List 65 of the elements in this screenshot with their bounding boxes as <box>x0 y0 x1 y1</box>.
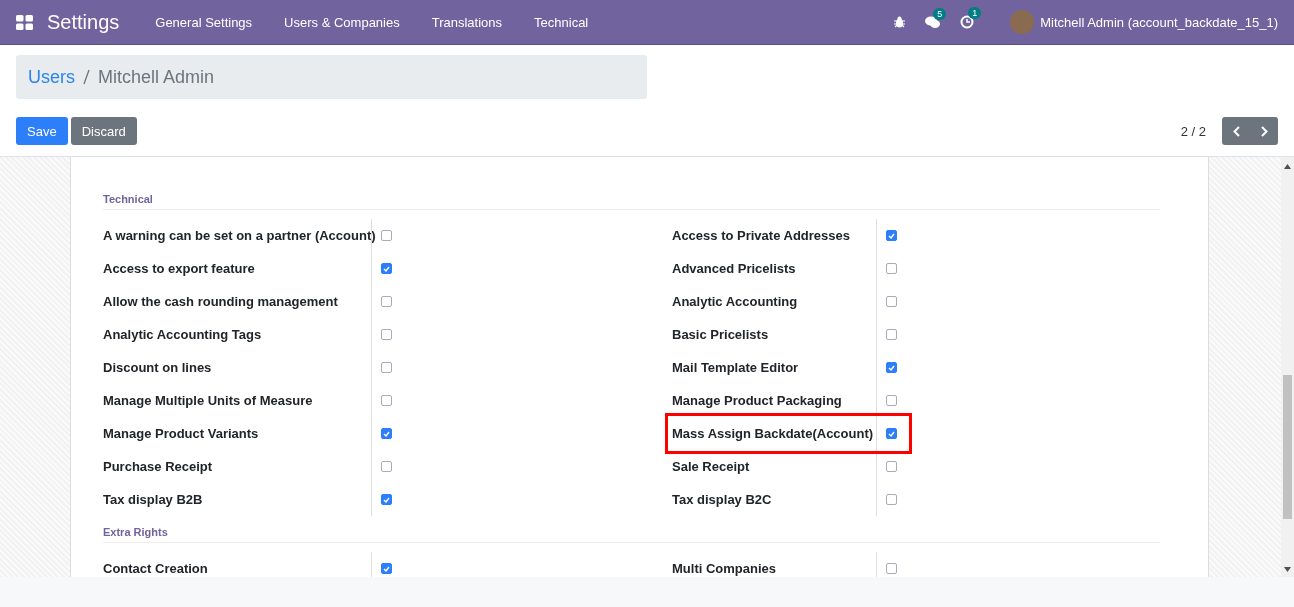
save-button[interactable]: Save <box>16 117 68 145</box>
field-label: Mass Assign Backdate(Account) <box>672 425 875 443</box>
activity-count: 1 <box>968 7 982 19</box>
field-label: Manage Product Variants <box>103 425 260 443</box>
checkbox[interactable] <box>381 296 392 307</box>
chat-icon[interactable] <box>925 15 941 29</box>
field-label: Access to Private Addresses <box>672 227 851 245</box>
checkbox[interactable] <box>381 230 392 241</box>
checkbox[interactable] <box>886 296 897 307</box>
user-name[interactable]: Mitchell Admin (account_backdate_15_1) <box>1040 14 1278 30</box>
checkbox[interactable] <box>381 395 392 406</box>
checkbox[interactable] <box>886 494 897 505</box>
field-label: Purchase Receipt <box>103 458 214 476</box>
field-label: Analytic Accounting Tags <box>103 326 263 344</box>
checkbox[interactable] <box>886 329 897 340</box>
breadcrumb-link[interactable]: Users <box>28 66 75 88</box>
checkbox[interactable] <box>381 563 392 574</box>
field-label: Multi Companies <box>672 560 777 577</box>
section-heading: Technical <box>103 193 1160 210</box>
field-label: Basic Pricelists <box>672 326 770 344</box>
scroll-thumb[interactable] <box>1283 375 1292 519</box>
field-label: Contact Creation <box>103 560 209 577</box>
field-label: Discount on lines <box>103 359 213 377</box>
checkbox[interactable] <box>886 362 897 373</box>
checkbox[interactable] <box>886 563 897 574</box>
menu-item[interactable]: Translations <box>415 14 519 30</box>
breadcrumb-current: Mitchell Admin <box>98 66 215 88</box>
app-title[interactable]: Settings <box>47 10 120 34</box>
checkbox[interactable] <box>381 461 392 472</box>
bug-icon[interactable] <box>894 16 906 28</box>
checkbox[interactable] <box>381 494 392 505</box>
checkbox[interactable] <box>381 263 392 274</box>
chevron-right-icon <box>1260 125 1268 137</box>
menu-item[interactable]: Technical <box>518 14 605 30</box>
field-label: Allow the cash rounding management <box>103 293 339 311</box>
field-label: Sale Receipt <box>672 458 751 476</box>
checkbox[interactable] <box>886 428 897 439</box>
apps-menu-icon[interactable] <box>16 14 33 30</box>
discard-button[interactable]: Discard <box>70 117 137 145</box>
checkbox[interactable] <box>381 362 392 373</box>
checkbox[interactable] <box>381 428 392 439</box>
checkbox[interactable] <box>886 461 897 472</box>
menu-item[interactable]: Users & Companies <box>268 14 416 30</box>
field-label: Analytic Accounting <box>672 293 799 311</box>
field-label: Manage Multiple Units of Measure <box>103 392 314 410</box>
scroll-up-icon[interactable] <box>1284 164 1291 169</box>
field-label: Access to export feature <box>103 260 256 278</box>
field-label: Tax display B2B <box>103 491 204 509</box>
checkbox[interactable] <box>886 263 897 274</box>
pager-value: 2 / 2 <box>1180 123 1206 139</box>
scrollbar[interactable] <box>1281 157 1294 577</box>
slash-icon <box>83 69 90 85</box>
message-count: 5 <box>933 7 947 20</box>
section-heading: Extra Rights <box>103 526 1160 543</box>
checkbox[interactable] <box>381 329 392 340</box>
checkbox[interactable] <box>886 230 897 241</box>
field-label: Manage Product Packaging <box>672 392 843 410</box>
chevron-left-icon <box>1232 125 1240 137</box>
field-label: Tax display B2C <box>672 491 773 509</box>
menu-item[interactable]: General Settings <box>139 14 269 30</box>
field-label: Advanced Pricelists <box>672 260 797 278</box>
field-label: Mail Template Editor <box>672 359 800 377</box>
checkbox[interactable] <box>886 395 897 406</box>
clock-icon[interactable] <box>960 15 975 29</box>
scroll-down-icon[interactable] <box>1284 567 1291 572</box>
